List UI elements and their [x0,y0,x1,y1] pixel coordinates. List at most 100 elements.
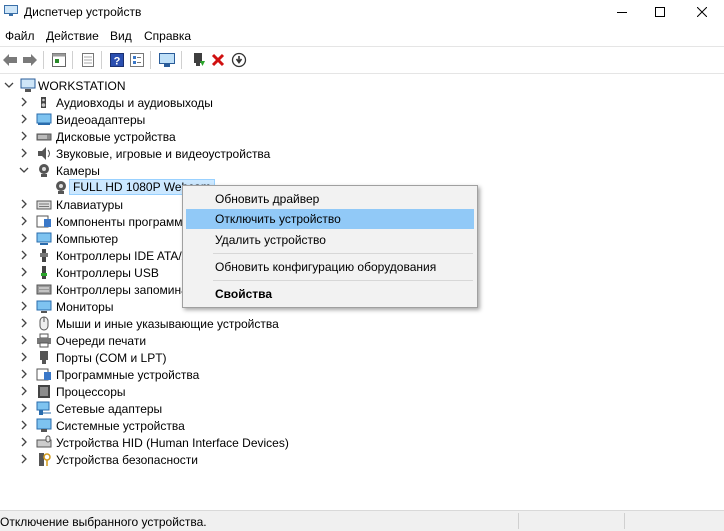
chevron-right-icon[interactable] [19,267,29,277]
ctx-disable-device[interactable]: Отключить устройство [186,209,474,229]
tree-item-audio[interactable]: Аудиовходы и аудиовыходы [0,94,480,111]
chevron-right-icon[interactable] [19,250,29,260]
tree-item-print-queues[interactable]: Очереди печати [0,332,480,349]
menu-file[interactable]: Файл [5,29,35,43]
ctx-properties[interactable]: Свойства [186,284,474,304]
tree-item-hid[interactable]: Устройства HID (Human Interface Devices) [0,434,480,451]
ctx-separator [213,280,473,281]
tree-item-software-devices[interactable]: Программные устройства [0,366,480,383]
context-menu: Обновить драйвер Отключить устройство Уд… [182,185,478,308]
chevron-right-icon[interactable] [19,97,29,107]
disable-device-icon [231,52,247,68]
software-component-icon [36,215,51,228]
port-icon [40,351,48,364]
system-icon [36,418,52,432]
tree-item-ports[interactable]: Порты (COM и LPT) [0,349,480,366]
menu-help[interactable]: Справка [144,29,191,43]
keyboard-icon [36,200,52,210]
sound-icon [38,147,50,160]
menu-action[interactable]: Действие [46,29,99,43]
status-text: Отключение выбранного устройства. [0,515,207,529]
status-panel [518,513,519,529]
properties-button[interactable] [50,51,68,69]
computer-icon [36,232,52,245]
uninstall-x-icon [211,53,225,67]
properties-icon [52,53,66,67]
svg-text:?: ? [114,56,121,68]
help-button[interactable]: ? [108,51,126,69]
maximize-icon [655,7,665,17]
tree-item-cameras[interactable]: Камеры [0,162,480,179]
chevron-right-icon[interactable] [19,335,29,345]
update-driver-button[interactable] [189,51,207,69]
hid-icon [36,435,52,448]
scan-hardware-button[interactable] [158,51,176,69]
chevron-right-icon[interactable] [19,301,29,311]
network-icon [36,401,51,415]
chevron-right-icon[interactable] [19,233,29,243]
chevron-right-icon[interactable] [19,318,29,328]
back-button[interactable] [1,51,19,69]
security-icon [39,453,51,466]
chevron-right-icon[interactable] [19,284,29,294]
audio-icon [41,97,46,108]
chevron-right-icon[interactable] [19,454,29,464]
tree-item-processors[interactable]: Процессоры [0,383,480,400]
minimize-icon [617,12,627,13]
tree-item-security[interactable]: Устройства безопасности [0,451,480,468]
display-adapter-icon [36,113,52,125]
ctx-uninstall-device[interactable]: Удалить устройство [186,230,474,250]
webcam-icon [56,181,66,194]
ctx-update-driver[interactable]: Обновить драйвер [186,189,474,209]
back-arrow-icon [3,54,17,66]
chevron-right-icon[interactable] [19,352,29,362]
menu-bar: Файл Действие Вид Справка [0,24,724,46]
chevron-right-icon[interactable] [19,437,29,447]
menu-view[interactable]: Вид [110,29,132,43]
chevron-down-icon[interactable] [19,165,29,175]
chevron-right-icon[interactable] [19,216,29,226]
tree-item-system[interactable]: Системные устройства [0,417,480,434]
tree-item-disk[interactable]: Дисковые устройства [0,128,480,145]
chevron-right-icon[interactable] [19,403,29,413]
chevron-right-icon[interactable] [19,369,29,379]
tree-item-network[interactable]: Сетевые адаптеры [0,400,480,417]
device-view-button[interactable] [128,51,146,69]
forward-button[interactable] [21,51,39,69]
storage-controller-icon [36,284,52,295]
uninstall-button[interactable] [209,51,227,69]
sheet-button[interactable] [79,51,97,69]
chevron-right-icon[interactable] [19,114,29,124]
disable-device-button[interactable] [230,51,248,69]
printer-icon [37,333,51,348]
ctx-scan-hardware[interactable]: Обновить конфигурацию оборудования [186,257,474,277]
disk-drive-icon [36,133,52,141]
ide-controller-icon [40,249,48,262]
chevron-right-icon[interactable] [19,148,29,158]
chevron-right-icon[interactable] [19,420,29,430]
window-title: Диспетчер устройств [24,5,142,19]
processor-icon [38,385,50,398]
camera-icon [39,164,49,177]
chevron-down-icon[interactable] [4,80,14,90]
title-bar: Диспетчер устройств [0,0,724,24]
minimize-button[interactable] [604,0,640,24]
chevron-right-icon[interactable] [19,131,29,141]
maximize-button[interactable] [642,0,678,24]
close-button[interactable] [684,0,720,24]
chevron-right-icon[interactable] [19,386,29,396]
chevron-right-icon[interactable] [19,199,29,209]
tree-item-mice[interactable]: Мыши и иные указывающие устройства [0,315,480,332]
help-icon: ? [110,53,124,68]
update-driver-icon [194,53,205,66]
forward-arrow-icon [23,54,37,66]
tree-item-sound[interactable]: Звуковые, игровые и видеоустройства [0,145,480,162]
workstation-icon [20,78,36,92]
tree-item-display[interactable]: Видеоадаптеры [0,111,480,128]
monitor-icon [36,300,52,313]
root-label: WORKSTATION [38,79,126,93]
tree-root[interactable]: WORKSTATION [0,77,480,94]
mouse-icon [39,316,49,331]
software-device-icon [36,368,51,381]
toolbar: ? [0,46,724,74]
